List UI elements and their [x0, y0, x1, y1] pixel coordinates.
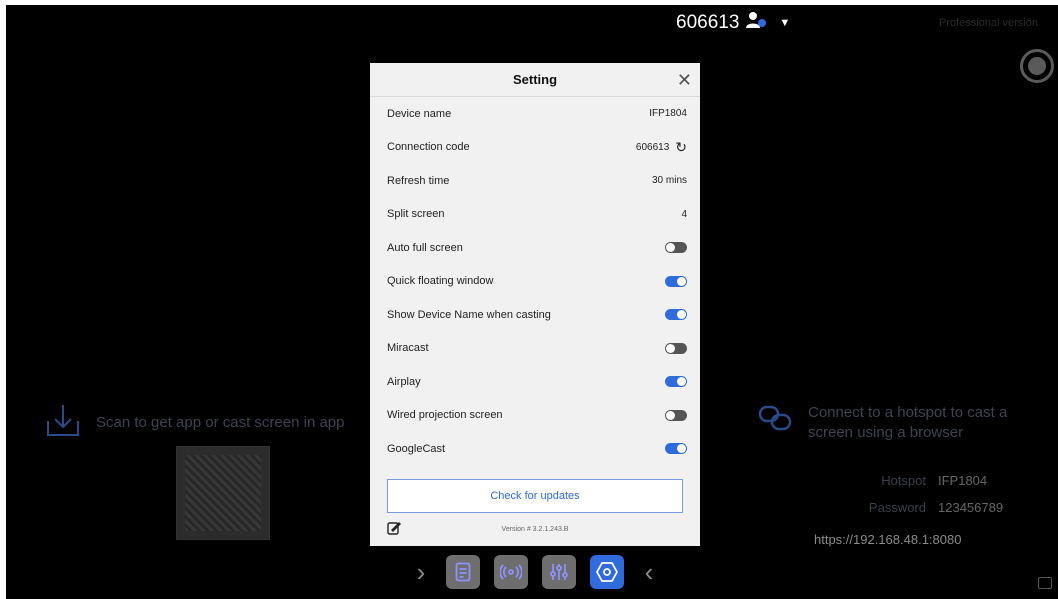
expand-right-icon[interactable]: ›	[410, 557, 432, 588]
user-status-icon	[745, 11, 767, 35]
setting-label: Device name	[387, 107, 452, 120]
dialog-title: Setting	[512, 72, 558, 87]
setting-value: 4	[681, 208, 687, 220]
password-label: Password	[868, 500, 926, 515]
auto-full-screen-toggle[interactable]	[665, 242, 687, 254]
scan-text: Scan to get app or cast screen in app	[96, 413, 345, 431]
close-icon[interactable]: ✕	[677, 63, 692, 97]
cast-screen: 606613 ▼ Professional version Scan to ge…	[6, 5, 1058, 599]
setting-label: Miracast	[387, 342, 429, 355]
setting-label: Wired projection screen	[387, 409, 503, 422]
setting-row-refresh-time[interactable]: Refresh time 30 mins	[370, 164, 700, 198]
password-row: Password 123456789	[806, 500, 1003, 515]
setting-row-wired-projection: Wired projection screen	[370, 399, 700, 433]
setting-label: Split screen	[387, 208, 445, 221]
setting-row-googlecast: GoogleCast	[370, 432, 700, 466]
settings-dialog: Setting ✕ Device name IFP1804 Connection…	[370, 63, 700, 546]
setting-value: IFP1804	[649, 108, 687, 120]
setting-value: 606613	[635, 141, 670, 153]
wired-projection-toggle[interactable]	[665, 409, 687, 421]
setting-label: Airplay	[387, 375, 421, 388]
hotspot-section: Connect to a hotspot to cast a screen us…	[758, 403, 1038, 443]
hotspot-url: https://192.168.48.1:8080	[814, 532, 962, 547]
quick-floating-window-toggle[interactable]	[665, 275, 687, 287]
setting-row-connection-code[interactable]: Connection code 606613 ↻	[370, 131, 700, 165]
setting-label: Show Device Name when casting	[387, 308, 551, 321]
top-connection-code[interactable]: 606613 ▼	[676, 11, 790, 35]
record-button[interactable]	[1020, 49, 1054, 83]
screen-cast-icon[interactable]	[1038, 577, 1052, 589]
setting-row-quick-floating-window: Quick floating window	[370, 265, 700, 299]
airplay-toggle[interactable]	[665, 376, 687, 388]
hotspot-row: Hotspot IFP1804	[806, 473, 987, 488]
setting-label: Quick floating window	[387, 275, 494, 288]
show-device-name-toggle[interactable]	[665, 309, 687, 321]
equalizer-button[interactable]	[542, 555, 576, 589]
setting-row-miracast: Miracast	[370, 332, 700, 366]
hotspot-text: Connect to a hotspot to cast a screen us…	[808, 404, 1008, 441]
settings-button[interactable]	[590, 555, 624, 589]
connection-code-text: 606613	[676, 12, 740, 33]
qr-code	[176, 446, 270, 540]
dropdown-caret-icon[interactable]: ▼	[779, 17, 790, 29]
setting-row-device-name[interactable]: Device name IFP1804	[370, 97, 700, 131]
setting-label: Connection code	[387, 141, 470, 154]
settings-icon	[596, 562, 618, 582]
setting-value: 30 mins	[651, 175, 687, 187]
dialog-header: Setting ✕	[370, 63, 700, 97]
link-icon	[758, 403, 794, 443]
password-value: 123456789	[938, 500, 1004, 515]
document-button[interactable]	[446, 555, 480, 589]
dialog-footer: Version # 3.2.1.243.B	[387, 521, 683, 538]
professional-version-label: Professional version	[938, 17, 1038, 29]
setting-label: Refresh time	[387, 174, 450, 187]
equalizer-icon	[550, 564, 568, 580]
edit-feedback-icon[interactable]	[387, 521, 401, 538]
hotspot-label: Hotspot	[881, 473, 926, 488]
setting-row-split-screen[interactable]: Split screen 4	[370, 198, 700, 232]
broadcast-button[interactable]	[494, 555, 528, 589]
collapse-left-icon[interactable]: ‹	[638, 557, 660, 588]
googlecast-toggle[interactable]	[665, 443, 687, 455]
check-for-updates-button[interactable]: Check for updates	[387, 479, 683, 513]
setting-label: Auto full screen	[387, 241, 463, 254]
record-icon	[1028, 57, 1046, 75]
hotspot-value: IFP1804	[938, 473, 988, 488]
scan-section: Scan to get app or cast screen in app	[44, 401, 345, 443]
version-text: Version # 3.2.1.243.B	[501, 526, 569, 533]
document-icon	[455, 562, 471, 582]
setting-row-show-device-name: Show Device Name when casting	[370, 298, 700, 332]
miracast-toggle[interactable]	[665, 342, 687, 354]
refresh-icon[interactable]: ↻	[675, 139, 687, 156]
download-icon	[44, 401, 82, 443]
setting-label: GoogleCast	[387, 442, 446, 455]
setting-row-airplay: Airplay	[370, 365, 700, 399]
broadcast-icon	[500, 564, 522, 580]
setting-row-auto-full-screen: Auto full screen	[370, 231, 700, 265]
bottom-toolbar: › ‹	[410, 555, 660, 589]
